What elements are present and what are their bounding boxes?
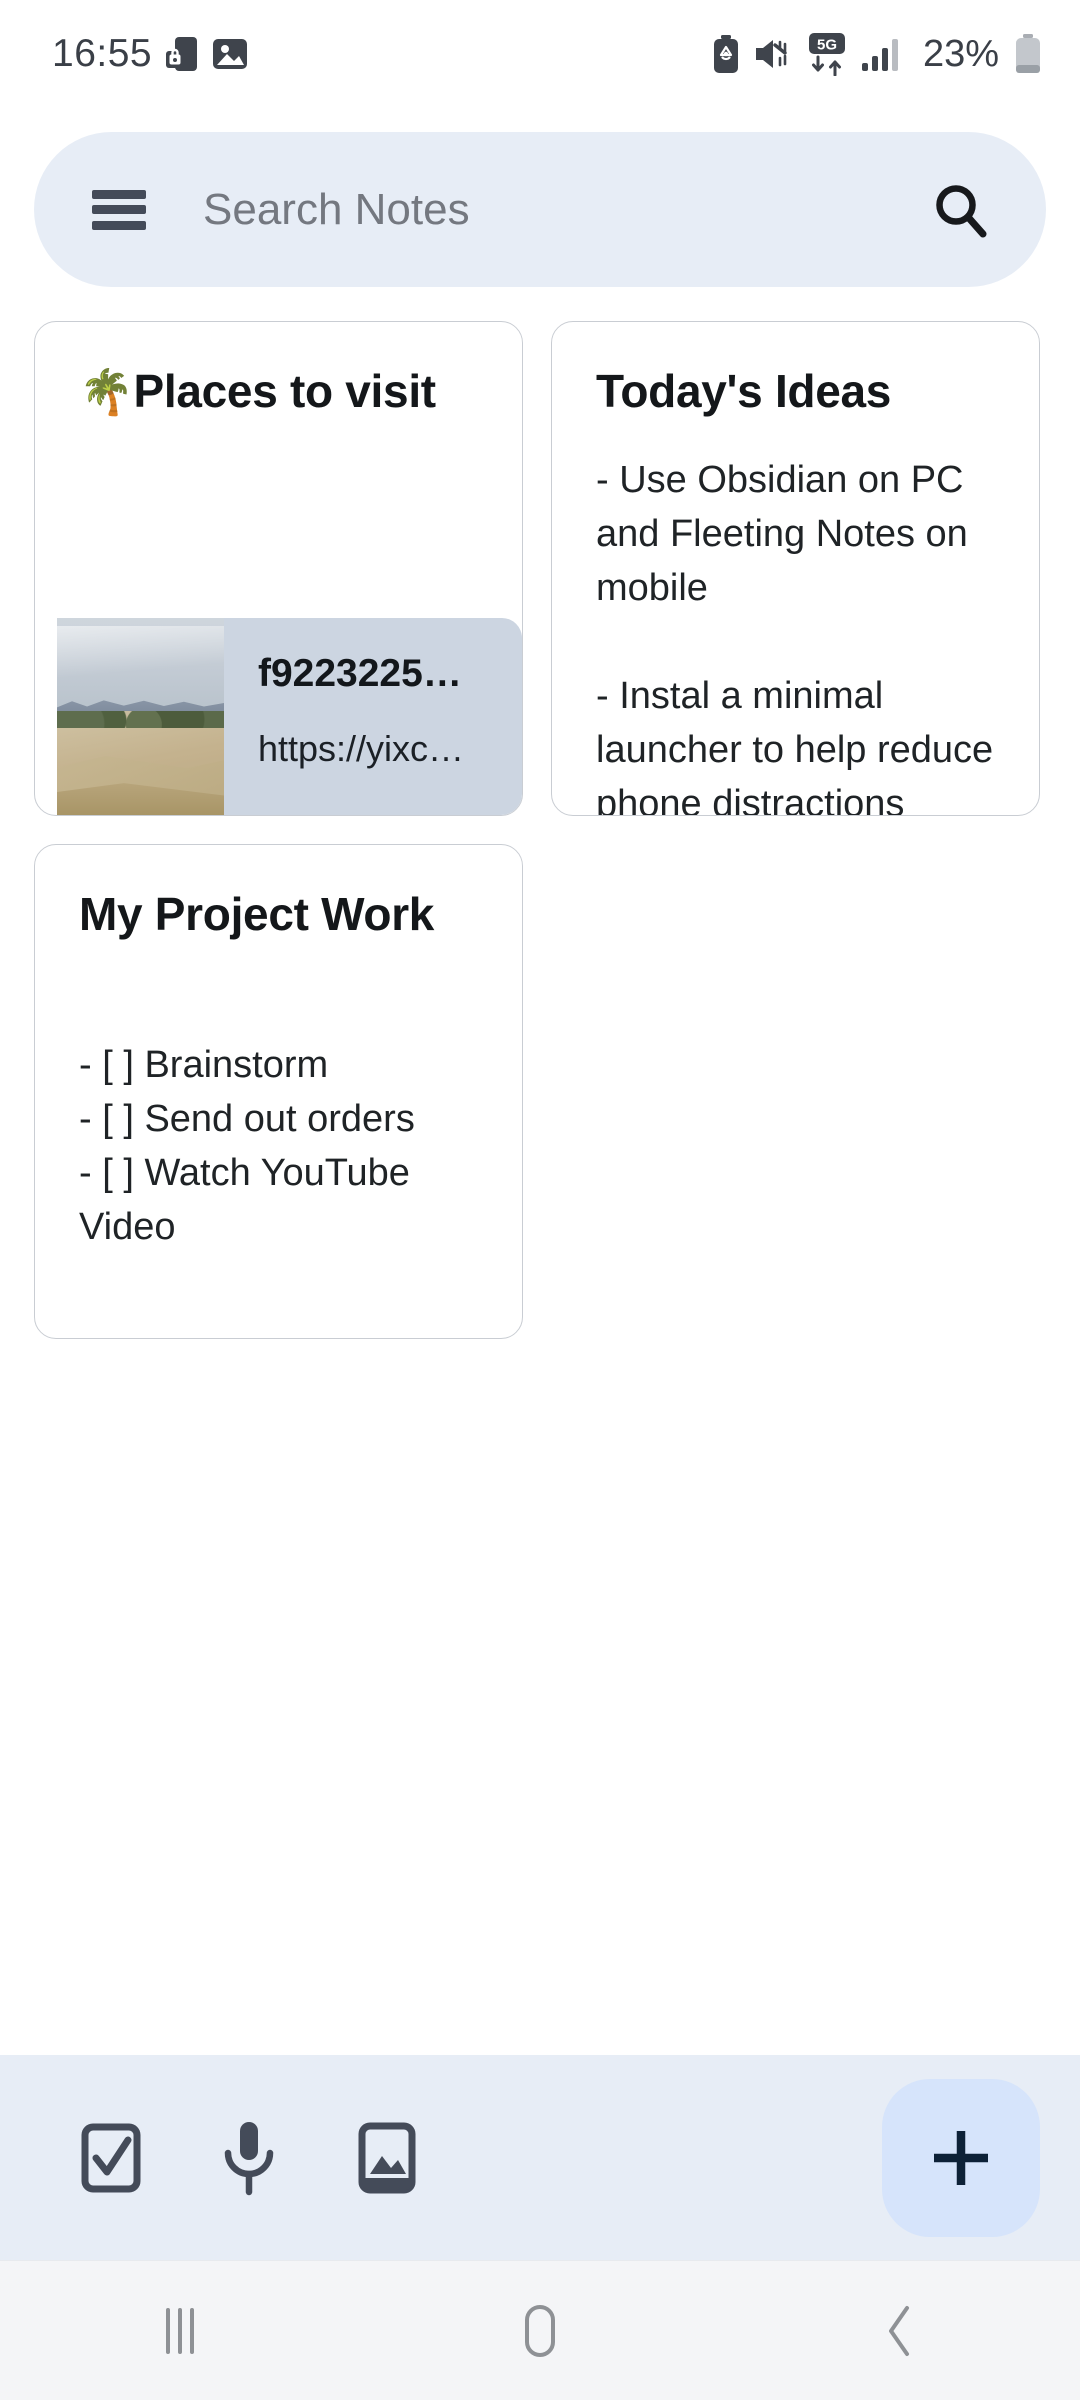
android-navigation-bar [0,2260,1080,2400]
attachment-title: f9223225… [258,652,462,695]
image-icon[interactable] [348,2119,426,2197]
note-card-my-project-work[interactable]: My Project Work - [ ] Brainstorm - [ ] S… [34,844,523,1339]
note-card-content: My Project Work - [ ] Brainstorm - [ ] S… [35,845,522,1255]
note-card-content: Today's Ideas - Use Obsidian on PC and F… [552,322,1039,816]
recents-icon[interactable] [120,2281,240,2381]
battery-saver-icon [713,35,738,73]
5g-data-icon: 5G [808,33,845,76]
notes-list: 🌴Places to visit f9223225… https://yixc…… [0,287,1080,2055]
svg-text:5G: 5G [817,37,837,54]
note-body: - Use Obsidian on PC and Fleeting Notes … [596,459,994,816]
notes-column-left: 🌴Places to visit f9223225… https://yixc…… [34,321,523,1339]
back-icon[interactable] [840,2281,960,2381]
note-card-places-to-visit[interactable]: 🌴Places to visit f9223225… https://yixc… [34,321,523,816]
note-card-content: 🌴Places to visit [35,322,522,419]
plus-icon [934,2130,988,2185]
hamburger-menu-icon[interactable] [92,189,146,230]
palm-tree-icon: 🌴 [79,368,134,417]
note-title: Today's Ideas [596,365,892,417]
gallery-icon [213,39,248,69]
mute-vibrate-icon [755,40,787,68]
signal-bars-icon [861,39,898,71]
notes-app-screen: 16:55 5G 23% Search Notes 🌴Places to vis… [0,0,1080,2400]
attachment-thumbnail-image [57,618,224,815]
status-time: 16:55 [52,32,153,75]
attachment-meta: f9223225… https://yixc… [224,618,522,815]
search-bar[interactable]: Search Notes [34,132,1046,287]
secure-folder-icon [166,37,198,71]
notes-column-right: Today's Ideas - Use Obsidian on PC and F… [551,321,1040,816]
note-title: My Project Work [79,888,435,940]
note-title: 🌴Places to visit [79,364,478,419]
attachment-url: https://yixc… [258,728,465,769]
battery-icon [1016,34,1040,73]
home-icon[interactable] [480,2281,600,2381]
checklist-icon[interactable] [72,2119,150,2197]
note-card-todays-ideas[interactable]: Today's Ideas - Use Obsidian on PC and F… [551,321,1040,816]
battery-percentage: 23% [922,32,999,75]
note-body: - [ ] Brainstorm - [ ] Send out orders -… [79,1044,415,1249]
add-note-button[interactable] [882,2078,1040,2237]
search-input[interactable]: Search Notes [203,185,930,235]
search-icon[interactable] [930,179,992,241]
status-bar-left: 16:55 [52,32,248,76]
search-bar-container: Search Notes [0,108,1080,287]
status-bar-right: 5G 23% [712,32,1042,76]
toolbar-icons [72,2119,882,2197]
notes-grid: 🌴Places to visit f9223225… https://yixc…… [34,321,1046,1339]
microphone-icon[interactable] [210,2119,288,2197]
note-title-text: Places to visit [133,365,437,417]
status-bar: 16:55 5G 23% [0,0,1080,108]
link-attachment-preview[interactable]: f9223225… https://yixc… [57,618,522,815]
bottom-toolbar [0,2055,1080,2260]
